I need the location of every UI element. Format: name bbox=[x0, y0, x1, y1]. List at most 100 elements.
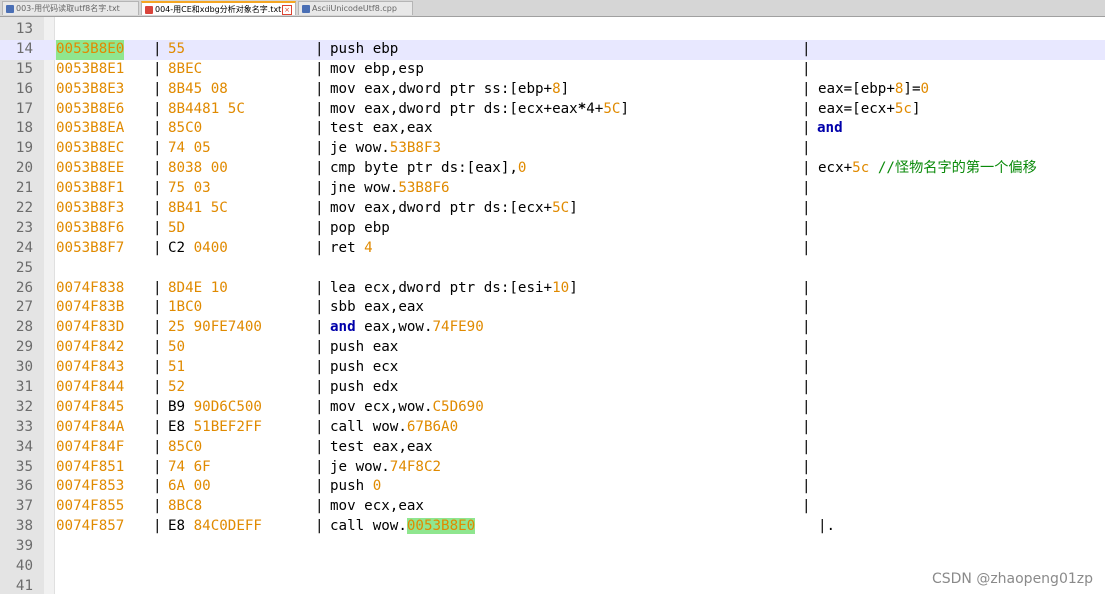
close-icon[interactable]: × bbox=[282, 5, 292, 15]
code-line[interactable]: 15 0053B8E1 | | | 8BEC mov ebp,esp bbox=[0, 60, 1105, 80]
comment: and bbox=[817, 120, 843, 137]
column-separator: | bbox=[153, 339, 162, 356]
disassembly: je wow.53B8F3 bbox=[330, 140, 442, 157]
column-separator: | bbox=[315, 418, 324, 435]
text-file-modified-icon bbox=[145, 6, 153, 14]
disassembly: push eax bbox=[330, 339, 399, 356]
code-line[interactable]: 32 0074F845 | | | B9 90D6C500 mov ecx,wow.C5D6… bbox=[0, 398, 1105, 418]
column-separator: | bbox=[315, 80, 324, 97]
column-separator: | bbox=[315, 60, 324, 77]
line-number: 15 bbox=[15, 60, 33, 77]
line-number: 14 bbox=[15, 40, 33, 57]
code-line[interactable]: 14 0053B8E0 | | | 55 push ebp bbox=[0, 39, 1105, 60]
instruction-bytes: E8 84C0DEFF bbox=[168, 518, 262, 535]
disassembly: push edx bbox=[330, 379, 399, 396]
column-separator: | bbox=[802, 180, 811, 197]
column-separator: | bbox=[153, 319, 162, 336]
column-separator: | bbox=[153, 80, 162, 97]
address: 0053B8EC bbox=[56, 140, 125, 157]
column-separator: | bbox=[802, 60, 811, 77]
comment: eax=[ecx+5c] bbox=[818, 100, 921, 117]
column-separator: | bbox=[153, 219, 162, 236]
address: 0053B8F3 bbox=[56, 200, 125, 217]
address: 0074F842 bbox=[56, 339, 125, 356]
code-line[interactable]: 19 0053B8EC | | | 74 05 je wow.53B8F3 bbox=[0, 139, 1105, 159]
address: 0053B8E0 bbox=[56, 39, 125, 60]
disassembly: cmp byte ptr ds:[eax],0 bbox=[330, 160, 527, 177]
column-separator: | bbox=[802, 40, 811, 57]
column-separator: | bbox=[802, 120, 811, 137]
code-line[interactable]: 39 bbox=[0, 537, 1105, 557]
column-separator: | bbox=[802, 80, 811, 97]
column-separator: | bbox=[802, 160, 811, 177]
code-line[interactable]: 23 0053B8F6 | | | 5D pop ebp bbox=[0, 219, 1105, 239]
code-line[interactable]: 37 0074F855 | | | 8BC8 mov ecx,eax bbox=[0, 497, 1105, 517]
code-line[interactable]: 34 0074F84F | | | 85C0 test eax,eax bbox=[0, 438, 1105, 458]
address: 0053B8F7 bbox=[56, 239, 125, 256]
column-separator: | bbox=[153, 239, 162, 256]
column-separator: | bbox=[802, 219, 811, 236]
comment: ecx+5c //怪物名字的第一个偏移 bbox=[818, 160, 1037, 177]
text-file-icon bbox=[6, 5, 14, 13]
code-line[interactable]: 31 0074F844 | | | 52 push edx bbox=[0, 378, 1105, 398]
editor-text-area[interactable]: 13 14 0053B8E0 | | | 55 push ebp 15 0053B8E1 | | | 8B… bbox=[0, 20, 1105, 597]
code-line[interactable]: 18 0053B8EA | | | 85C0 test eax,eax and bbox=[0, 119, 1105, 139]
code-line[interactable]: 21 0053B8F1 | | | 75 03 jne wow.53B8F6 bbox=[0, 179, 1105, 199]
disassembly: test eax,eax bbox=[330, 120, 433, 137]
line-number: 22 bbox=[15, 200, 33, 217]
code-line[interactable]: 24 0053B8F7 | | | C2 0400 ret 4 bbox=[0, 239, 1105, 259]
code-line[interactable]: 35 0074F851 | | | 74 6F je wow.74F8C2 bbox=[0, 458, 1105, 478]
address: 0053B8EE bbox=[56, 160, 125, 177]
code-line[interactable]: 28 0074F83D | | | 25 90FE7400 and eax,wow.74FE… bbox=[0, 318, 1105, 338]
column-separator: | bbox=[802, 478, 811, 495]
code-line[interactable]: 26 0074F838 | | | 8D4E 10 lea ecx,dword ptr ds… bbox=[0, 279, 1105, 299]
column-separator: | bbox=[153, 100, 162, 117]
instruction-bytes: 52 bbox=[168, 379, 186, 396]
column-separator: | bbox=[153, 359, 162, 376]
instruction-bytes: 85C0 bbox=[168, 120, 203, 137]
disassembly: push 0 bbox=[330, 478, 382, 495]
column-separator: | bbox=[153, 478, 162, 495]
column-separator: | bbox=[802, 140, 811, 157]
code-line[interactable]: 13 bbox=[0, 20, 1105, 40]
tab-ascii-unicode-cpp[interactable]: AsciiUnicodeUtf8.cpp bbox=[298, 1, 413, 15]
line-number: 37 bbox=[15, 498, 33, 515]
tab-003[interactable]: 003-用代码读取utf8名字.txt bbox=[2, 1, 139, 15]
column-separator: | bbox=[315, 120, 324, 137]
column-separator: | bbox=[153, 120, 162, 137]
tab-label: 004-用CE和xdbg分析对象名字.txt bbox=[155, 5, 282, 14]
tab-label: AsciiUnicodeUtf8.cpp bbox=[312, 4, 397, 13]
code-line[interactable]: 36 0074F853 | | | 6A 00 push 0 bbox=[0, 477, 1105, 497]
disassembly: mov ecx,wow.C5D690 bbox=[330, 398, 484, 415]
column-separator: | bbox=[802, 319, 811, 336]
code-line[interactable]: 20 0053B8EE | | | 8038 00 cmp byte ptr ds:[eax… bbox=[0, 159, 1105, 179]
column-separator: | bbox=[802, 100, 811, 117]
address: 0074F851 bbox=[56, 458, 125, 475]
column-separator: | bbox=[315, 478, 324, 495]
tab-004[interactable]: 004-用CE和xdbg分析对象名字.txt × bbox=[141, 1, 296, 15]
code-line[interactable]: 38 0074F857 | | E8 84C0DEFF call wow.0053B8E0… bbox=[0, 517, 1105, 537]
disassembly: test eax,eax bbox=[330, 438, 433, 455]
disassembly: je wow.74F8C2 bbox=[330, 458, 442, 475]
code-line[interactable]: 17 0053B8E6 | | | 8B4481 5C mov eax,dword ptr … bbox=[0, 100, 1105, 120]
code-line[interactable]: 33 0074F84A | | | E8 51BEF2FF call wow.67B6A0 bbox=[0, 418, 1105, 438]
line-number: 31 bbox=[15, 379, 33, 396]
column-separator: | bbox=[315, 279, 324, 296]
column-separator: | bbox=[802, 359, 811, 376]
code-line[interactable]: 16 0053B8E3 | | | 8B45 08 mov eax,dword ptr ss… bbox=[0, 80, 1105, 100]
column-separator: | bbox=[153, 498, 162, 515]
code-line[interactable]: 25 bbox=[0, 259, 1105, 279]
disassembly: push ecx bbox=[330, 359, 399, 376]
code-line[interactable]: 27 0074F83B | | | 1BC0 sbb eax,eax bbox=[0, 298, 1105, 318]
code-line[interactable]: 29 0074F842 | | | 50 push eax bbox=[0, 338, 1105, 358]
code-line[interactable]: 30 0074F843 | | | 51 push ecx bbox=[0, 358, 1105, 378]
address: 0053B8E1 bbox=[56, 60, 125, 77]
disassembly: jne wow.53B8F6 bbox=[330, 180, 450, 197]
line-number: 34 bbox=[15, 438, 33, 455]
column-separator: | bbox=[153, 379, 162, 396]
code-line[interactable]: 22 0053B8F3 | | | 8B41 5C mov eax,dword ptr ds… bbox=[0, 199, 1105, 219]
column-separator: | bbox=[153, 160, 162, 177]
address: 0053B8EA bbox=[56, 120, 125, 137]
address: 0053B8F6 bbox=[56, 219, 125, 236]
column-separator: | bbox=[153, 279, 162, 296]
